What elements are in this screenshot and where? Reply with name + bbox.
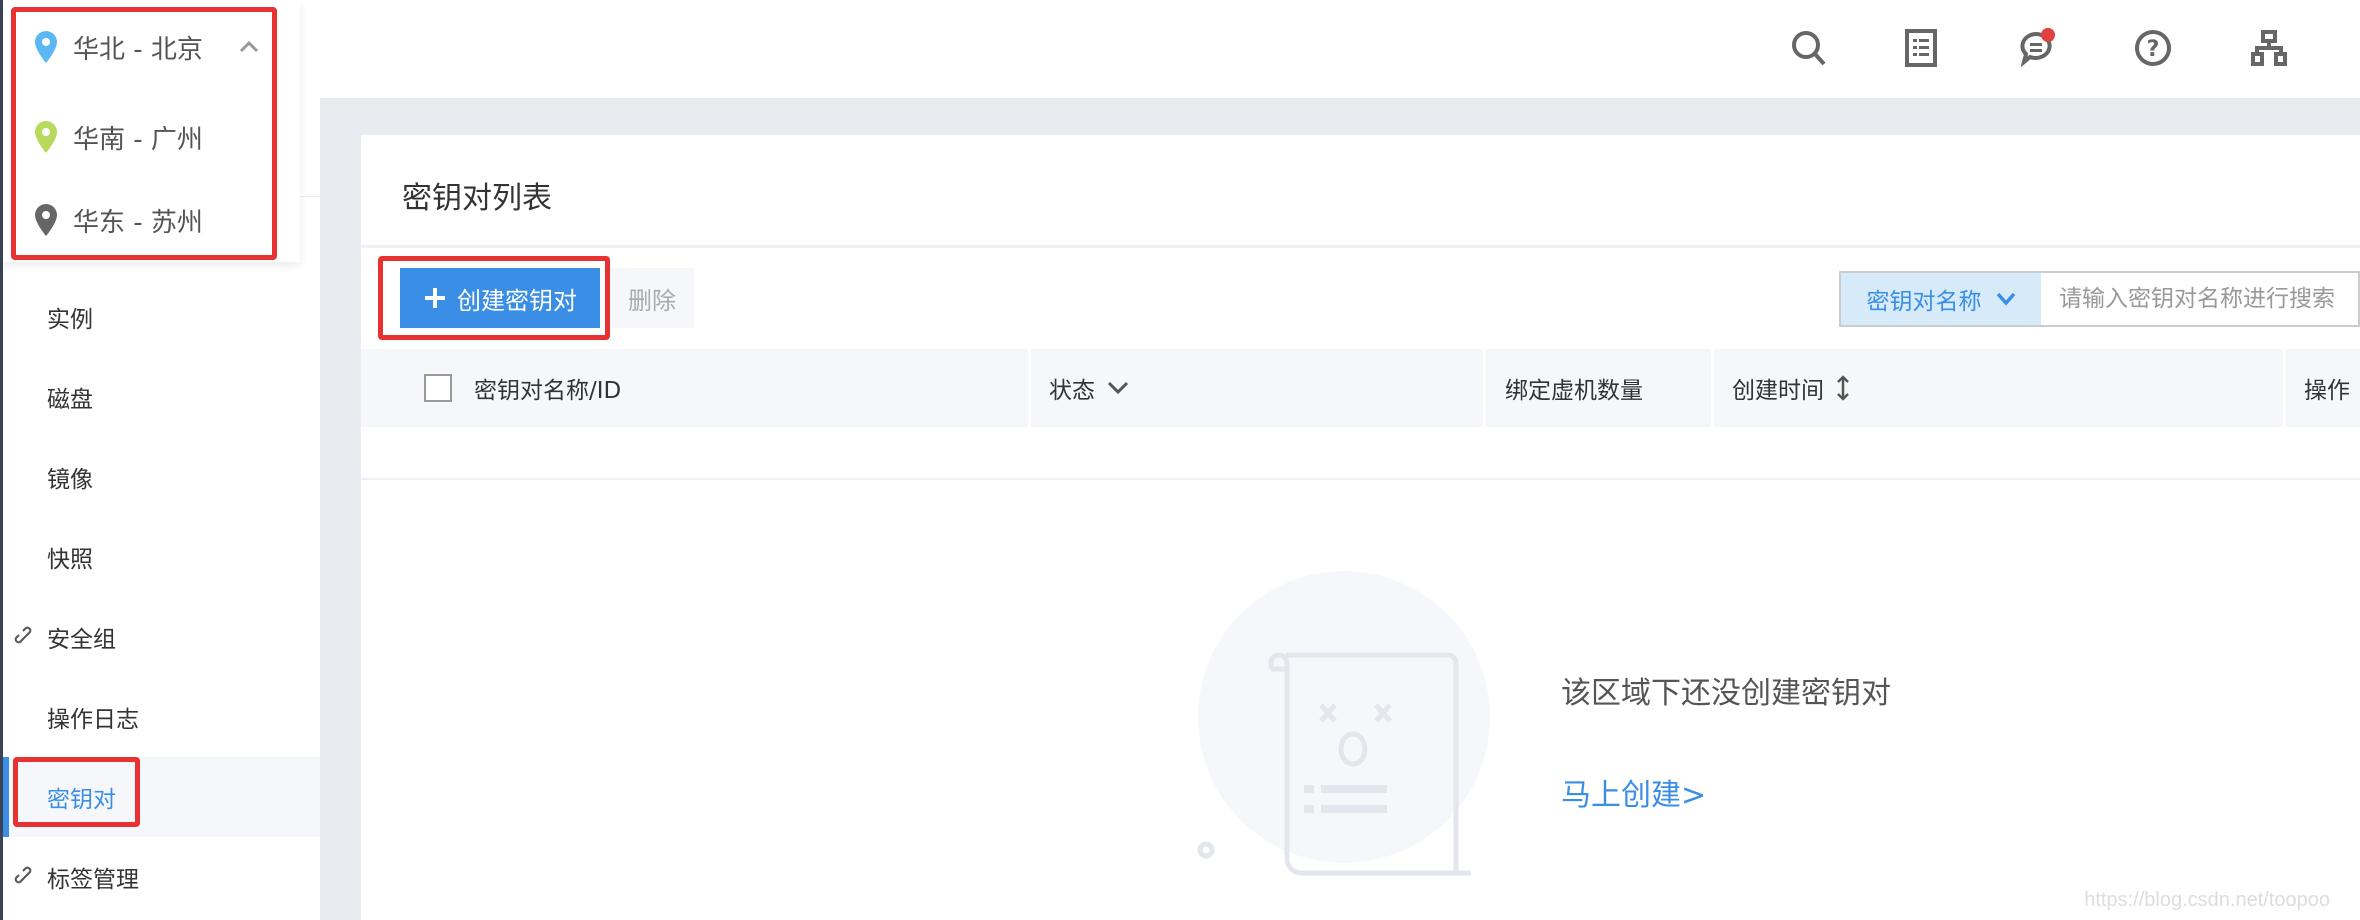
key-pair-list-card: 密钥对列表 创建密钥对 删除 密钥对名称 密钥对名称/ID 状态 绑定虚机数量 …	[361, 135, 2360, 920]
sidebar-item-disks[interactable]: 磁盘	[3, 357, 320, 437]
highlight-box	[13, 757, 140, 827]
empty-state-illustration	[1197, 571, 1490, 876]
divider	[361, 245, 2360, 248]
column-label: 绑定虚机数量	[1505, 378, 1643, 404]
sidebar-item-label: 操作日志	[47, 707, 139, 733]
column-status[interactable]: 状态	[1049, 349, 1129, 427]
column-actions: 操作	[2304, 349, 2350, 427]
sidebar-item-label: 标签管理	[47, 867, 139, 893]
sort-icon	[1837, 375, 1849, 401]
help-icon[interactable]: ?	[2133, 28, 2173, 68]
search-field-label: 密钥对名称	[1866, 289, 1982, 315]
chevron-down-icon	[1107, 381, 1129, 395]
sidebar-item-tag-management[interactable]: 标签管理	[3, 837, 320, 917]
org-structure-icon[interactable]	[2249, 28, 2289, 68]
column-divider	[1711, 349, 1714, 427]
sidebar-item-snapshots[interactable]: 快照	[3, 517, 320, 597]
link-icon	[14, 866, 32, 884]
column-label: 操作	[2304, 378, 2350, 404]
column-divider	[2283, 349, 2286, 427]
highlight-box	[378, 256, 610, 340]
page-title: 密钥对列表	[402, 181, 552, 216]
column-name: 密钥对名称/ID	[474, 349, 621, 427]
link-icon	[14, 626, 32, 644]
table-header: 密钥对名称/ID 状态 绑定虚机数量 创建时间 操作	[361, 349, 2360, 427]
notification-dot	[2041, 28, 2055, 42]
column-label: 状态	[1049, 378, 1095, 404]
sidebar-item-label: 镜像	[47, 467, 93, 493]
sidebar-item-label: 实例	[47, 307, 93, 333]
column-divider	[1028, 349, 1031, 427]
create-now-link[interactable]: 马上创建>	[1561, 770, 1706, 814]
watermark: https://blog.csdn.net/toopoo	[2084, 889, 2330, 911]
column-created-time[interactable]: 创建时间	[1732, 349, 1850, 427]
highlight-box	[11, 7, 277, 260]
sidebar-item-label: 安全组	[47, 627, 116, 653]
column-label: 创建时间	[1732, 378, 1824, 404]
sidebar-item-operation-logs[interactable]: 操作日志	[3, 677, 320, 757]
sidebar-item-label: 快照	[47, 547, 93, 573]
message-icon[interactable]	[2016, 28, 2056, 68]
select-all-checkbox[interactable]	[424, 374, 452, 402]
sidebar-item-security-groups[interactable]: 安全组	[3, 597, 320, 677]
sidebar-item-images[interactable]: 镜像	[3, 437, 320, 517]
chevron-down-icon	[1996, 292, 2015, 306]
column-divider	[1483, 349, 1486, 427]
column-bound-vms: 绑定虚机数量	[1505, 349, 1643, 427]
search-box: 密钥对名称	[1839, 271, 2360, 327]
sidebar-item-label: 磁盘	[47, 387, 93, 413]
empty-state-message: 该区域下还没创建密钥对	[1561, 676, 1891, 711]
column-label: 密钥对名称/ID	[474, 378, 622, 404]
sidebar-item-instances[interactable]: 实例	[3, 277, 320, 357]
svg-text:?: ?	[2147, 37, 2160, 62]
delete-button[interactable]: 删除	[610, 268, 694, 328]
search-icon[interactable]	[1789, 28, 1829, 68]
divider	[361, 478, 2360, 480]
document-list-icon[interactable]	[1901, 28, 1941, 68]
top-header: ?	[3, 0, 2360, 98]
search-field-select[interactable]: 密钥对名称	[1841, 273, 2041, 325]
search-input[interactable]	[2041, 273, 2358, 325]
